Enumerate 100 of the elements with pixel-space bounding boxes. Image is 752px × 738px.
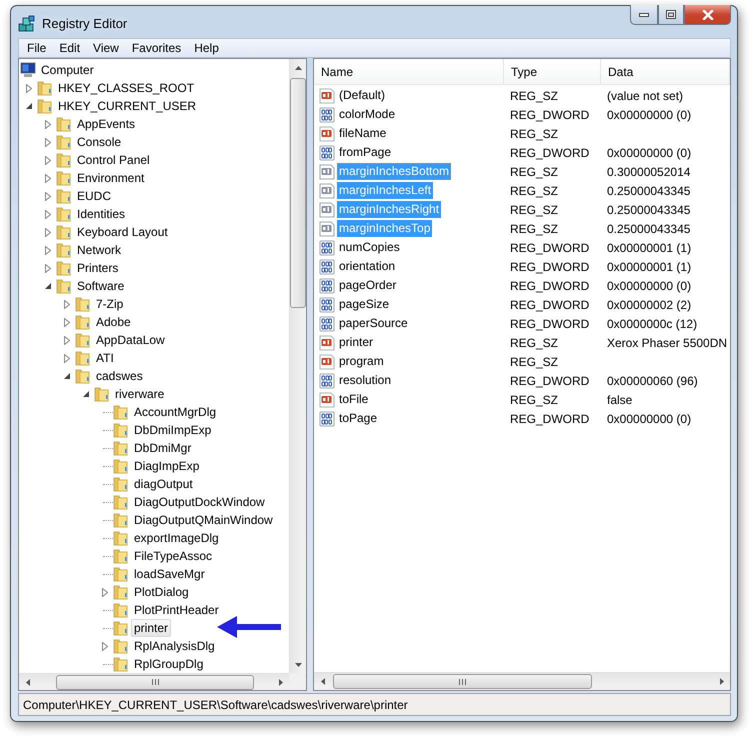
- binary-value-icon: [319, 316, 335, 332]
- expanded-icon[interactable]: [26, 102, 32, 110]
- tree-item[interactable]: loadSaveMgr: [131, 565, 208, 583]
- tree-item[interactable]: Environment: [74, 169, 148, 187]
- scrollbar-thumb[interactable]: [333, 674, 592, 689]
- tree-item[interactable]: cadswes: [93, 367, 146, 385]
- value-name[interactable]: toFile: [337, 391, 370, 408]
- binary-value-icon: [319, 258, 335, 274]
- value-name[interactable]: pageSize: [337, 296, 392, 313]
- value-type: REG_DWORD: [509, 260, 590, 274]
- tree-item[interactable]: Identities: [74, 205, 128, 223]
- tree-item[interactable]: DiagImpExp: [131, 457, 202, 475]
- value-data: 0.25000043345: [606, 184, 692, 198]
- expanded-icon[interactable]: [44, 282, 52, 290]
- computer-icon: [20, 62, 36, 78]
- collapsed-icon[interactable]: [102, 642, 108, 650]
- tree-item[interactable]: RplGroupDlg: [131, 655, 206, 673]
- scroll-right-icon[interactable]: [278, 678, 282, 686]
- tree-item[interactable]: AccountMgrDlg: [131, 403, 220, 421]
- column-header[interactable]: Name: [314, 59, 504, 84]
- menu-item[interactable]: Favorites: [126, 39, 188, 57]
- tree-item[interactable]: PlotDialog: [131, 583, 192, 601]
- tree-item[interactable]: diagOutput: [131, 475, 196, 493]
- string-value-icon: [319, 88, 335, 104]
- tree-item[interactable]: Adobe: [93, 313, 134, 331]
- value-name[interactable]: fileName: [337, 125, 388, 142]
- scrollbar-thumb[interactable]: [56, 674, 254, 690]
- tree-item[interactable]: ATI: [93, 349, 117, 367]
- scroll-up-icon[interactable]: [294, 66, 302, 70]
- value-name[interactable]: colorMode: [337, 106, 398, 123]
- tree-item[interactable]: exportImageDlg: [131, 529, 222, 547]
- tree-item[interactable]: AppDataLow: [93, 331, 168, 349]
- tree-item[interactable]: riverware: [112, 385, 168, 403]
- maximize-button[interactable]: [658, 5, 684, 25]
- value-name[interactable]: (Default): [337, 87, 388, 104]
- tree-item[interactable]: Network: [74, 241, 124, 259]
- vertical-scrollbar[interactable]: [289, 59, 306, 673]
- tree-item[interactable]: EUDC: [74, 187, 114, 205]
- folder-icon: [113, 494, 129, 510]
- column-header[interactable]: Type: [504, 59, 601, 84]
- tree-item[interactable]: RplAnalysisDlg: [131, 637, 218, 655]
- folder-icon: [56, 170, 72, 186]
- menu-item[interactable]: Edit: [53, 39, 88, 57]
- tree-item[interactable]: AppEvents: [74, 115, 138, 133]
- minimize-button[interactable]: [630, 5, 658, 25]
- value-data: 0x00000000 (0): [606, 278, 692, 292]
- tree-item[interactable]: DbDmiMgr: [131, 439, 194, 457]
- tree-item[interactable]: HKEY_CLASSES_ROOT: [55, 79, 198, 97]
- tree-item[interactable]: printer: [131, 619, 172, 637]
- tree-item[interactable]: Keyboard Layout: [74, 223, 171, 241]
- tree-item[interactable]: DbDmiImpExp: [131, 421, 214, 439]
- value-name[interactable]: printer: [337, 334, 376, 351]
- tree-item[interactable]: FileTypeAssoc: [131, 547, 216, 565]
- scroll-down-icon[interactable]: [294, 662, 302, 666]
- tree-item[interactable]: PlotPrintHeader: [131, 601, 222, 619]
- menu-item[interactable]: File: [21, 39, 54, 57]
- value-name[interactable]: fromPage: [337, 144, 394, 161]
- folder-icon: [75, 332, 91, 348]
- value-name[interactable]: pageOrder: [337, 277, 398, 294]
- collapsed-icon[interactable]: [102, 588, 108, 596]
- close-button[interactable]: [684, 5, 731, 25]
- expanded-icon[interactable]: [64, 372, 70, 380]
- menu-item[interactable]: Help: [188, 39, 226, 57]
- close-icon: [702, 10, 714, 20]
- string-value-icon: [319, 164, 335, 180]
- value-name[interactable]: orientation: [337, 258, 398, 275]
- horizontal-scrollbar[interactable]: [314, 672, 730, 690]
- folder-icon: [113, 404, 129, 420]
- scrollbar-thumb[interactable]: [290, 78, 306, 308]
- expanded-icon[interactable]: [82, 390, 90, 398]
- folder-icon: [113, 638, 129, 654]
- menu-item[interactable]: View: [87, 39, 126, 57]
- scroll-right-icon[interactable]: [720, 678, 724, 685]
- folder-icon: [113, 548, 129, 564]
- value-name[interactable]: numCopies: [337, 239, 402, 256]
- folder-icon: [75, 368, 91, 384]
- grip-icon: [152, 679, 158, 685]
- horizontal-scrollbar[interactable]: [19, 673, 289, 690]
- binary-value-icon: [319, 278, 335, 294]
- binary-value-icon: [319, 296, 335, 312]
- value-type: REG_SZ: [509, 184, 560, 198]
- value-name[interactable]: program: [337, 353, 386, 370]
- column-header[interactable]: Data: [601, 59, 730, 84]
- tree-item[interactable]: HKEY_CURRENT_USER: [55, 97, 200, 115]
- tree-item[interactable]: Console: [74, 133, 124, 151]
- value-name[interactable]: paperSource: [337, 315, 410, 332]
- tree-item[interactable]: DiagOutputDockWindow: [131, 493, 268, 511]
- value-type: REG_DWORD: [509, 146, 590, 160]
- scroll-left-icon[interactable]: [26, 678, 30, 686]
- scroll-left-icon[interactable]: [320, 678, 324, 685]
- tree-item[interactable]: Control Panel: [74, 151, 153, 169]
- tree-item[interactable]: 7-Zip: [93, 295, 126, 313]
- collapsed-icon[interactable]: [26, 84, 32, 92]
- tree-item[interactable]: Computer: [38, 61, 97, 79]
- value-name[interactable]: toPage: [337, 410, 380, 427]
- value-name[interactable]: resolution: [337, 372, 394, 389]
- tree-item[interactable]: DiagOutputQMainWindow: [131, 511, 276, 529]
- value-data: Xerox Phaser 5500DN: [606, 336, 728, 350]
- tree-item[interactable]: Printers: [74, 259, 122, 277]
- tree-item[interactable]: Software: [74, 277, 128, 295]
